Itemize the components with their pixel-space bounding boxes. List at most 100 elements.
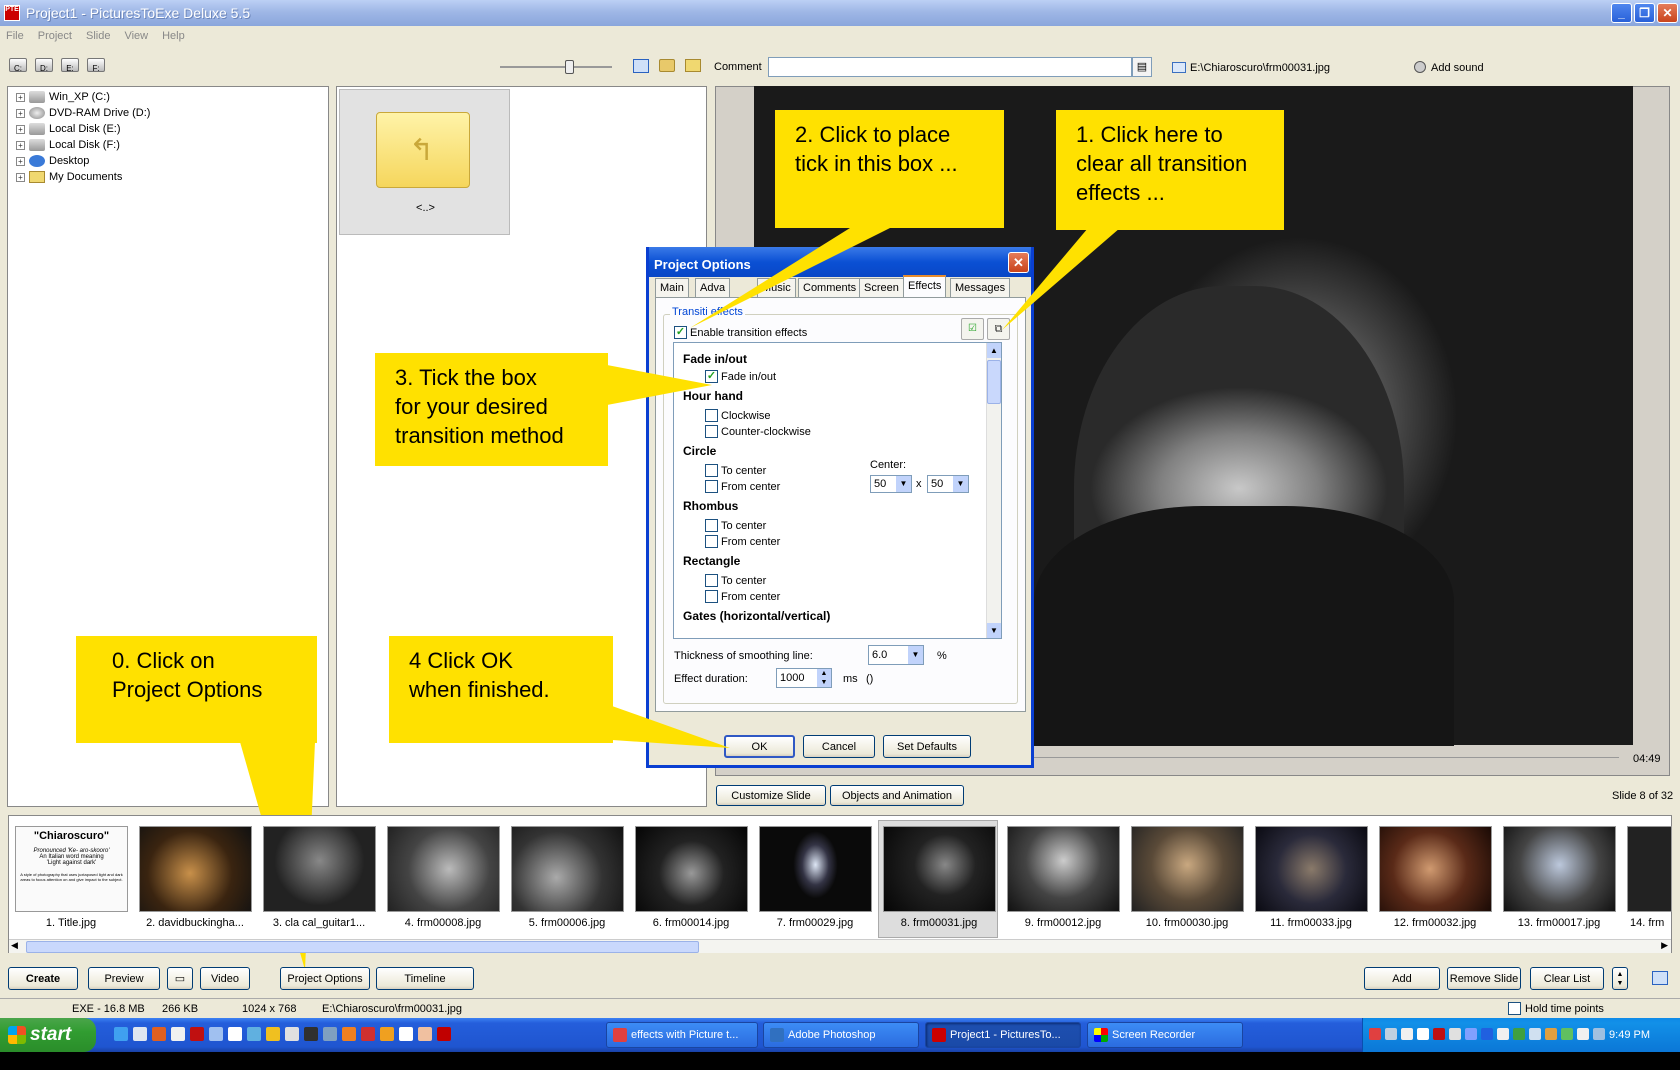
close-button[interactable]: ✕ — [1657, 3, 1678, 23]
window-icon[interactable] — [1652, 971, 1668, 985]
tab-advanced[interactable]: Adva — [695, 278, 731, 297]
timeline-track[interactable] — [1034, 757, 1619, 758]
new-window-icon[interactable] — [633, 59, 649, 73]
tree-item-desktop[interactable]: + Desktop — [8, 153, 328, 169]
app-icon[interactable] — [247, 1027, 261, 1041]
effect-checkbox[interactable] — [705, 480, 718, 493]
tab-messages[interactable]: Messages — [950, 278, 1011, 297]
slide-thumb-14[interactable] — [1627, 826, 1672, 912]
maximize-button[interactable]: ❐ — [1634, 3, 1655, 23]
slide-list-scroll-thumb[interactable] — [26, 941, 699, 953]
app-icon[interactable] — [228, 1027, 242, 1041]
tree-item-d[interactable]: + DVD-RAM Drive (D:) — [8, 105, 328, 121]
effect-fade-in-out[interactable]: ✓ Fade in/out — [683, 369, 1001, 384]
tray-icon[interactable] — [1449, 1028, 1461, 1040]
app-icon[interactable] — [171, 1027, 185, 1041]
effect-checkbox[interactable]: ✓ — [705, 370, 718, 383]
app-icon[interactable] — [399, 1027, 413, 1041]
chevron-down-icon[interactable]: ▼ — [953, 476, 968, 492]
open-folder-icon[interactable] — [659, 59, 675, 72]
expand-icon[interactable]: + — [16, 140, 25, 150]
tray-icon[interactable] — [1577, 1028, 1589, 1040]
slide-thumb-4[interactable] — [387, 826, 500, 912]
slide-thumb-3[interactable] — [263, 826, 376, 912]
slide-thumb-2[interactable] — [139, 826, 252, 912]
fullscreen-icon[interactable]: ▭ — [167, 967, 193, 990]
expand-icon[interactable]: + — [16, 108, 25, 118]
taskbar-photoshop[interactable]: Adobe Photoshop — [763, 1022, 919, 1048]
effects-list-scrollbar[interactable]: ▲ ▼ — [986, 343, 1001, 638]
effect-rhombus-from-center[interactable]: From center — [683, 534, 1001, 549]
menu-slide[interactable]: Slide — [86, 30, 110, 42]
remove-slide-button[interactable]: Remove Slide — [1447, 967, 1521, 990]
scroll-left-icon[interactable]: ◀ — [11, 940, 18, 951]
customize-slide-button[interactable]: Customize Slide — [716, 785, 826, 806]
scroll-right-icon[interactable]: ▶ — [1661, 940, 1668, 951]
project-options-button[interactable]: Project Options — [280, 967, 370, 990]
slide-thumb-8[interactable] — [883, 826, 996, 912]
app-icon[interactable] — [266, 1027, 280, 1041]
tree-item-f[interactable]: + Local Disk (F:) — [8, 137, 328, 153]
scroll-up-icon[interactable]: ▲ — [987, 343, 1001, 358]
preview-button[interactable]: Preview — [88, 967, 160, 990]
effect-checkbox[interactable] — [705, 519, 718, 532]
ie-icon[interactable] — [114, 1027, 128, 1041]
firefox-icon[interactable] — [342, 1027, 356, 1041]
tab-comments[interactable]: Comments — [798, 278, 862, 297]
drive-f-button[interactable]: F: — [87, 58, 105, 73]
video-button[interactable]: Video — [200, 967, 250, 990]
tree-item-c[interactable]: + Win_XP (C:) — [8, 89, 328, 105]
app-icon[interactable] — [323, 1027, 337, 1041]
chevron-down-icon[interactable]: ▼ — [896, 476, 911, 492]
drive-c-button[interactable]: C: — [9, 58, 27, 73]
add-button[interactable]: Add — [1364, 967, 1440, 990]
tray-icon[interactable] — [1465, 1028, 1477, 1040]
slide-thumb-6[interactable] — [635, 826, 748, 912]
effect-counter-clockwise[interactable]: Counter-clockwise — [683, 424, 1001, 439]
tab-music[interactable]: Music — [757, 278, 796, 297]
tray-icon[interactable] — [1401, 1028, 1413, 1040]
menu-project[interactable]: Project — [38, 30, 72, 42]
taskbar-screen-recorder[interactable]: Screen Recorder — [1087, 1022, 1243, 1048]
tree-item-my-documents[interactable]: + My Documents — [8, 169, 328, 185]
zonealarm-icon[interactable] — [133, 1027, 147, 1041]
tray-icon[interactable] — [1561, 1028, 1573, 1040]
effect-rectangle-to-center[interactable]: To center — [683, 573, 1001, 588]
expand-icon[interactable]: + — [16, 172, 25, 182]
tab-effects[interactable]: Effects — [903, 275, 947, 298]
folder-up-icon[interactable] — [685, 59, 701, 72]
spinner-icon[interactable]: ▲ ▼ — [817, 669, 831, 687]
slide-thumb-10[interactable] — [1131, 826, 1244, 912]
app-icon[interactable] — [304, 1027, 318, 1041]
tray-icon[interactable] — [1513, 1028, 1525, 1040]
effect-checkbox[interactable] — [705, 574, 718, 587]
app-icon[interactable] — [190, 1027, 204, 1041]
app-icon[interactable] — [285, 1027, 299, 1041]
taskbar-effects-window[interactable]: effects with Picture t... — [606, 1022, 758, 1048]
cancel-button[interactable]: Cancel — [803, 735, 875, 758]
slide-thumb-7[interactable] — [759, 826, 872, 912]
bluetooth-icon[interactable] — [1481, 1028, 1493, 1040]
parent-folder-item[interactable]: ↰ <..> — [339, 89, 510, 235]
thickness-select[interactable]: 6.0 ▼ — [868, 645, 924, 665]
expand-icon[interactable]: + — [16, 124, 25, 134]
tray-icon[interactable] — [1545, 1028, 1557, 1040]
slide-list-scrollbar[interactable]: ◀ ▶ — [9, 939, 1671, 953]
effect-rectangle-from-center[interactable]: From center — [683, 589, 1001, 604]
enable-transition-checkbox[interactable]: ✓ — [674, 326, 687, 339]
tray-icon[interactable] — [1593, 1028, 1605, 1040]
hold-time-points-checkbox[interactable] — [1508, 1002, 1521, 1015]
slide-thumb-11[interactable] — [1255, 826, 1368, 912]
taskbar-pictures-to-exe[interactable]: Project1 - PicturesTo... — [925, 1022, 1081, 1048]
set-defaults-button[interactable]: Set Defaults — [883, 735, 971, 758]
expand-icon[interactable]: + — [16, 92, 25, 102]
app-icon[interactable] — [361, 1027, 375, 1041]
menu-help[interactable]: Help — [162, 30, 185, 42]
tree-item-e[interactable]: + Local Disk (E:) — [8, 121, 328, 137]
timeline-button[interactable]: Timeline — [376, 967, 474, 990]
effect-checkbox[interactable] — [705, 409, 718, 422]
duration-input[interactable]: 1000 ▲ ▼ — [776, 668, 832, 688]
ok-button[interactable]: OK — [724, 735, 795, 758]
effect-checkbox[interactable] — [705, 464, 718, 477]
drive-d-button[interactable]: D: — [35, 58, 53, 73]
